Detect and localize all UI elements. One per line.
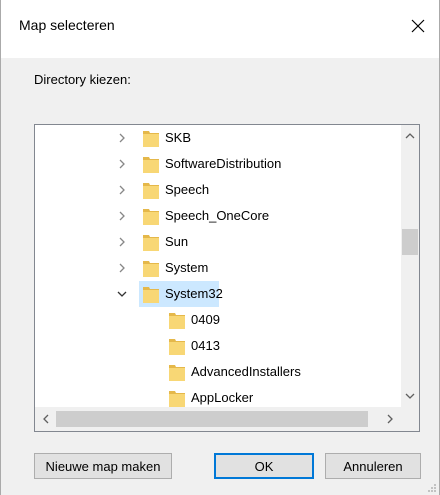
expand-toggle[interactable] [115, 177, 129, 203]
tree-item[interactable]: Speech_OneCore [35, 203, 401, 229]
cancel-button[interactable]: Annuleren [325, 453, 421, 479]
title-bar: Map selecteren [1, 0, 439, 58]
dialog-title: Map selecteren [19, 17, 115, 33]
chevron-right-icon [119, 211, 125, 221]
folder-icon [143, 285, 159, 303]
tree-item-label: 0413 [191, 338, 220, 353]
chevron-down-icon [117, 291, 127, 297]
tree-item-label: Speech_OneCore [165, 208, 270, 223]
close-icon [411, 19, 425, 33]
collapse-toggle[interactable] [115, 281, 129, 307]
resize-grip-icon[interactable] [427, 483, 437, 493]
folder-icon [169, 363, 185, 381]
folder-icon [143, 207, 159, 225]
expand-toggle[interactable] [115, 229, 129, 255]
folder-icon [169, 337, 185, 355]
horizontal-scrollbar[interactable] [35, 407, 401, 431]
tree-item-label: SKB [165, 130, 192, 145]
chevron-right-icon [119, 185, 125, 195]
chevron-left-icon [43, 414, 49, 424]
scrollbar-corner [401, 407, 419, 431]
tree-item[interactable]: AdvancedInstallers [35, 359, 401, 385]
folder-icon [143, 181, 159, 199]
scroll-right-button[interactable] [381, 410, 399, 428]
tree-item[interactable]: 0409 [35, 307, 401, 333]
tree-item[interactable]: 0413 [35, 333, 401, 359]
folder-tree[interactable]: SKB SoftwareDistribution Speech Speech_OneC… [34, 124, 420, 432]
folder-icon [143, 129, 159, 147]
chevron-right-icon [119, 133, 125, 143]
expand-toggle[interactable] [115, 151, 129, 177]
tree-item-label: Speech [165, 182, 210, 197]
folder-picker-dialog: Map selecteren Directory kiezen: SKB Soft… [0, 0, 440, 495]
folder-icon [143, 233, 159, 251]
tree-item-label: System [165, 260, 209, 275]
ok-button[interactable]: OK [214, 453, 314, 479]
folder-icon [169, 389, 185, 407]
tree-item-label: SoftwareDistribution [165, 156, 282, 171]
tree-item-label: System32 [165, 286, 223, 301]
directory-prompt: Directory kiezen: [34, 72, 131, 87]
new-folder-button[interactable]: Nieuwe map maken [34, 453, 172, 479]
vertical-scrollbar[interactable] [401, 125, 419, 407]
chevron-right-icon [119, 237, 125, 247]
scroll-up-button[interactable] [401, 127, 419, 145]
expand-toggle[interactable] [115, 255, 129, 281]
tree-item[interactable]: SKB [35, 125, 401, 151]
horizontal-scroll-thumb[interactable] [56, 411, 368, 427]
tree-item[interactable]: SoftwareDistribution [35, 151, 401, 177]
chevron-down-icon [405, 393, 415, 399]
tree-item-label: 0409 [191, 312, 220, 327]
tree-item[interactable]: Speech [35, 177, 401, 203]
chevron-right-icon [119, 159, 125, 169]
scroll-down-button[interactable] [401, 387, 419, 405]
folder-icon [143, 155, 159, 173]
folder-icon [143, 259, 159, 277]
tree-item[interactable]: System [35, 255, 401, 281]
chevron-right-icon [119, 263, 125, 273]
chevron-right-icon [387, 414, 393, 424]
folder-icon [169, 311, 185, 329]
tree-item-label: Sun [165, 234, 189, 249]
tree-item[interactable]: Sun [35, 229, 401, 255]
tree-item-label: AppLocker [191, 390, 254, 405]
tree-item-label: AdvancedInstallers [191, 364, 301, 379]
tree-item[interactable]: System32 [35, 281, 401, 307]
expand-toggle[interactable] [115, 125, 129, 151]
chevron-up-icon [405, 133, 415, 139]
close-button[interactable] [398, 8, 438, 44]
scroll-left-button[interactable] [37, 410, 55, 428]
expand-toggle[interactable] [115, 203, 129, 229]
vertical-scroll-thumb[interactable] [402, 229, 418, 255]
